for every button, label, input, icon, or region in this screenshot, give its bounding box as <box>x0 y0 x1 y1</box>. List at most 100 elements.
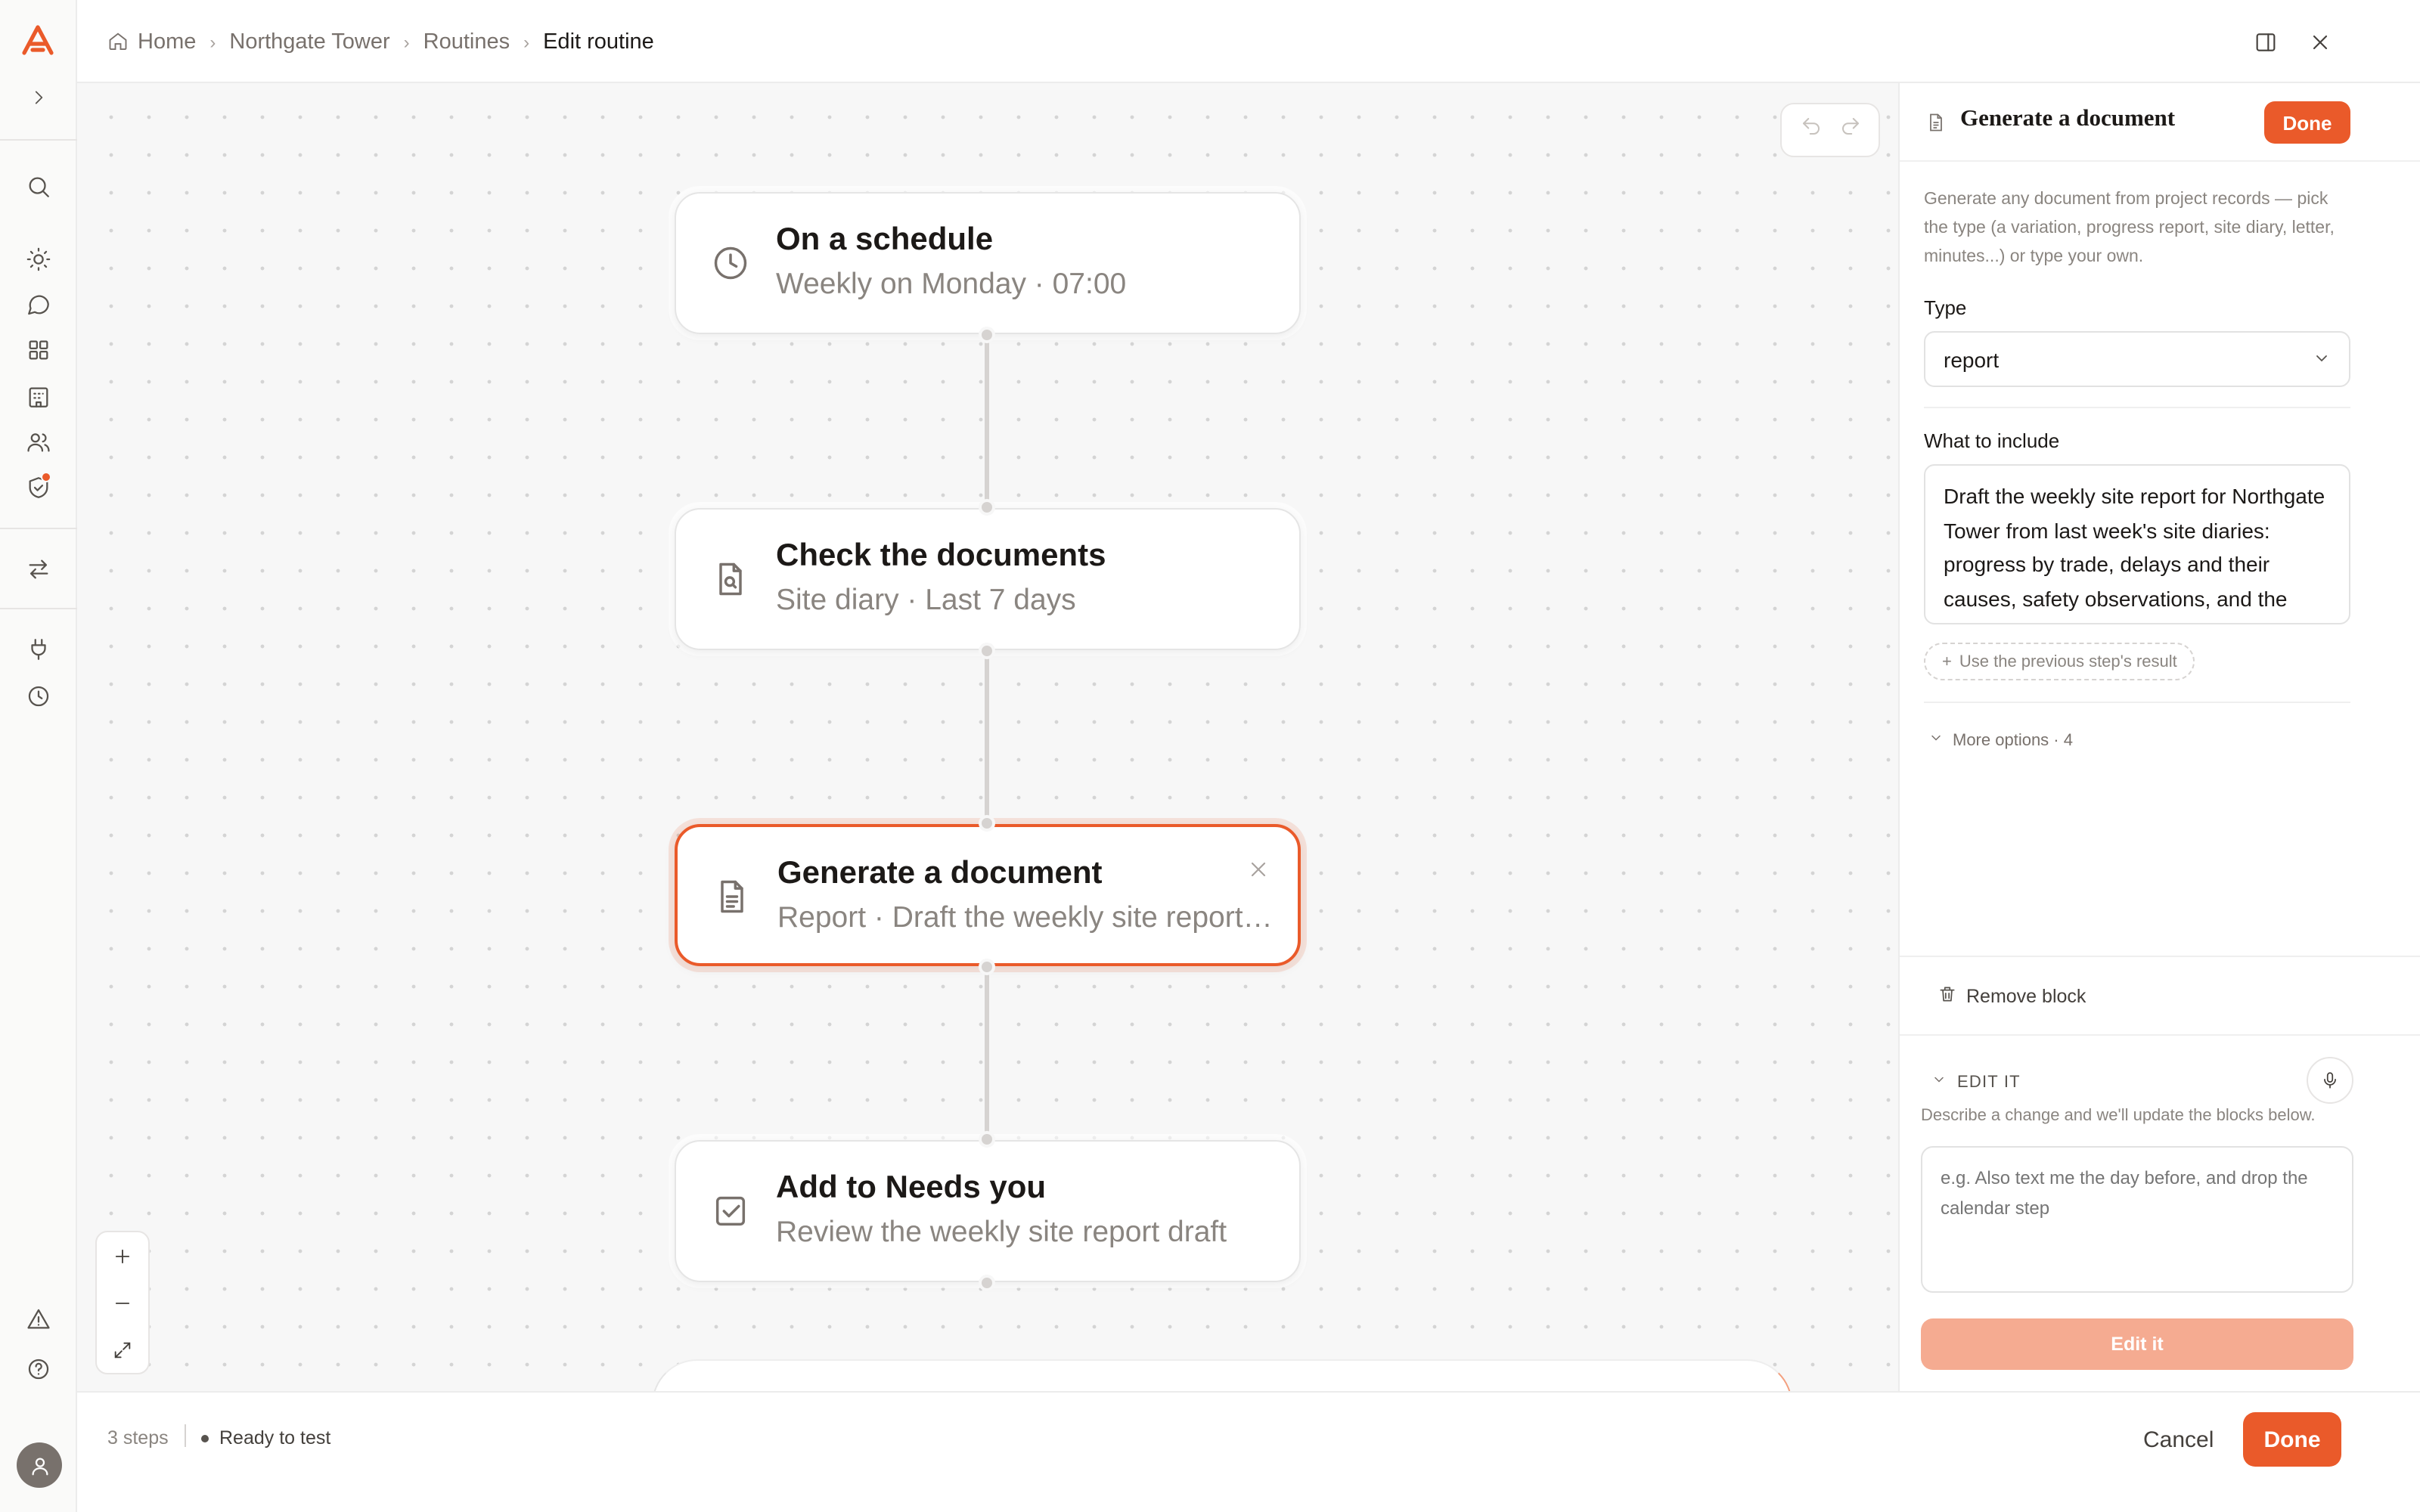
include-label: What to include <box>1924 429 2060 452</box>
grid-apps-icon[interactable] <box>23 334 53 364</box>
left-rail <box>0 0 77 1512</box>
panel-title: Generate a document <box>1960 106 2176 132</box>
node-subtitle: Review the weekly site report draft <box>776 1216 1227 1249</box>
zoom-in-icon[interactable] <box>97 1232 148 1279</box>
cancel-button[interactable]: Cancel <box>2122 1414 2235 1467</box>
bottom-bar: 3 steps Ready to test Cancel Done <box>77 1391 2420 1512</box>
panel-divider <box>1924 407 2350 408</box>
use-previous-result-button[interactable]: + Use the previous step's result <box>1924 643 2195 680</box>
status-dot-icon <box>201 1434 209 1442</box>
rail-divider <box>0 608 77 609</box>
checkbox-icon <box>709 1190 752 1232</box>
node-title: Generate a document <box>777 856 1103 891</box>
type-label: Type <box>1924 296 1967 319</box>
top-bar: Home › Northgate Tower › Routines › Edit… <box>77 0 2420 83</box>
microphone-button[interactable] <box>2307 1057 2353 1104</box>
panel-divider <box>1924 702 2350 703</box>
edit-instruction-input[interactable] <box>1921 1146 2353 1293</box>
zoom-out-icon[interactable] <box>97 1279 148 1326</box>
panel-header: Generate a document Done <box>1900 83 2420 162</box>
node-subtitle: Weekly on Monday · 07:00 <box>776 268 1127 301</box>
chevron-down-icon <box>1931 1072 1947 1092</box>
step-node-generate-document[interactable]: Generate a document Report · Draft the w… <box>675 824 1301 966</box>
rail-divider <box>0 528 77 529</box>
edit-hint: Describe a change and we'll update the b… <box>1921 1107 2316 1125</box>
chevron-right-icon: › <box>209 31 216 52</box>
document-icon <box>711 875 753 918</box>
connector-port[interactable] <box>979 1131 995 1148</box>
rail-divider <box>0 139 77 141</box>
notification-dot <box>41 472 51 482</box>
undo-redo-controls <box>1780 103 1880 157</box>
clock-icon <box>709 242 752 284</box>
search-icon[interactable] <box>23 171 53 201</box>
remove-node-icon[interactable] <box>1246 857 1270 881</box>
app-window: Home › Northgate Tower › Routines › Edit… <box>0 0 2420 1512</box>
swap-arrows-icon[interactable] <box>23 553 53 584</box>
step-node-trigger[interactable]: On a schedule Weekly on Monday · 07:00 <box>675 192 1301 334</box>
breadcrumb-project[interactable]: Northgate Tower <box>229 29 389 54</box>
brand-logo-icon[interactable] <box>20 21 56 57</box>
node-subtitle: Site diary · Last 7 days <box>776 584 1076 617</box>
expand-sidebar-icon[interactable] <box>23 82 53 112</box>
panel-divider <box>1900 956 2420 957</box>
sun-icon[interactable] <box>23 243 53 274</box>
connector-port[interactable] <box>979 959 995 975</box>
breadcrumb-home[interactable]: Home <box>107 29 196 54</box>
home-icon <box>109 32 127 50</box>
connector-line <box>985 966 989 1139</box>
users-icon[interactable] <box>23 426 53 457</box>
panel-done-button[interactable]: Done <box>2264 101 2350 144</box>
type-select[interactable]: report <box>1924 331 2350 387</box>
footer-divider <box>185 1424 186 1447</box>
step-node-needs-you[interactable]: Add to Needs you Review the weekly site … <box>675 1140 1301 1282</box>
fit-view-icon[interactable] <box>97 1326 148 1373</box>
type-select-value: report <box>1944 347 2000 371</box>
breadcrumb-section[interactable]: Routines <box>424 29 510 54</box>
connector-line <box>985 333 989 507</box>
trash-icon <box>1938 984 1957 1009</box>
remove-block-label: Remove block <box>1966 986 2086 1007</box>
chevron-down-icon <box>1928 730 1944 750</box>
breadcrumb: Home › Northgate Tower › Routines › Edit… <box>107 0 654 83</box>
routine-canvas[interactable]: On a schedule Weekly on Monday · 07:00 C… <box>77 83 1898 1391</box>
remove-block-button[interactable]: Remove block <box>1938 984 2086 1009</box>
avatar[interactable] <box>17 1442 62 1488</box>
include-textarea[interactable]: Draft the weekly site report for Northga… <box>1924 464 2350 624</box>
document-icon <box>1925 110 1947 132</box>
connector-port[interactable] <box>979 499 995 516</box>
undo-icon[interactable] <box>1799 115 1822 145</box>
chevron-right-icon: › <box>403 31 410 52</box>
microphone-icon <box>2324 1072 2336 1089</box>
toggle-panel-icon[interactable] <box>2251 27 2281 57</box>
edit-it-heading: EDIT IT <box>1957 1073 2021 1091</box>
document-search-icon <box>709 558 752 600</box>
connector-port[interactable] <box>979 327 995 343</box>
close-icon[interactable] <box>2305 27 2335 57</box>
connector-line <box>985 650 989 823</box>
more-options-toggle[interactable]: More options · 4 <box>1928 730 2073 750</box>
plug-icon[interactable] <box>23 634 53 664</box>
breadcrumb-home-label: Home <box>138 29 197 54</box>
status-indicator: Ready to test <box>201 1427 330 1448</box>
connector-port[interactable] <box>979 643 995 659</box>
building-icon[interactable] <box>23 381 53 411</box>
step-node-check-documents[interactable]: Check the documents Site diary · Last 7 … <box>675 508 1301 650</box>
connector-port[interactable] <box>979 815 995 832</box>
chevron-right-icon: › <box>523 31 530 52</box>
edit-it-button[interactable]: Edit it <box>1921 1318 2353 1370</box>
connector-port[interactable] <box>979 1275 995 1291</box>
help-icon[interactable] <box>23 1353 53 1383</box>
block-settings-panel: Generate a document Done Generate any do… <box>1898 83 2420 1391</box>
add-step-card[interactable] <box>652 1359 1792 1391</box>
edit-it-toggle[interactable]: EDIT IT <box>1931 1072 2021 1092</box>
breadcrumb-current: Edit routine <box>543 29 654 54</box>
warning-icon[interactable] <box>23 1303 53 1334</box>
redo-icon[interactable] <box>1838 115 1861 145</box>
history-clock-icon[interactable] <box>23 680 53 711</box>
node-title: Add to Needs you <box>776 1170 1047 1205</box>
steps-count: 3 steps <box>107 1427 169 1448</box>
panel-divider <box>1900 1034 2420 1036</box>
chat-bubble-icon[interactable] <box>23 289 53 319</box>
done-button[interactable]: Done <box>2243 1412 2341 1467</box>
